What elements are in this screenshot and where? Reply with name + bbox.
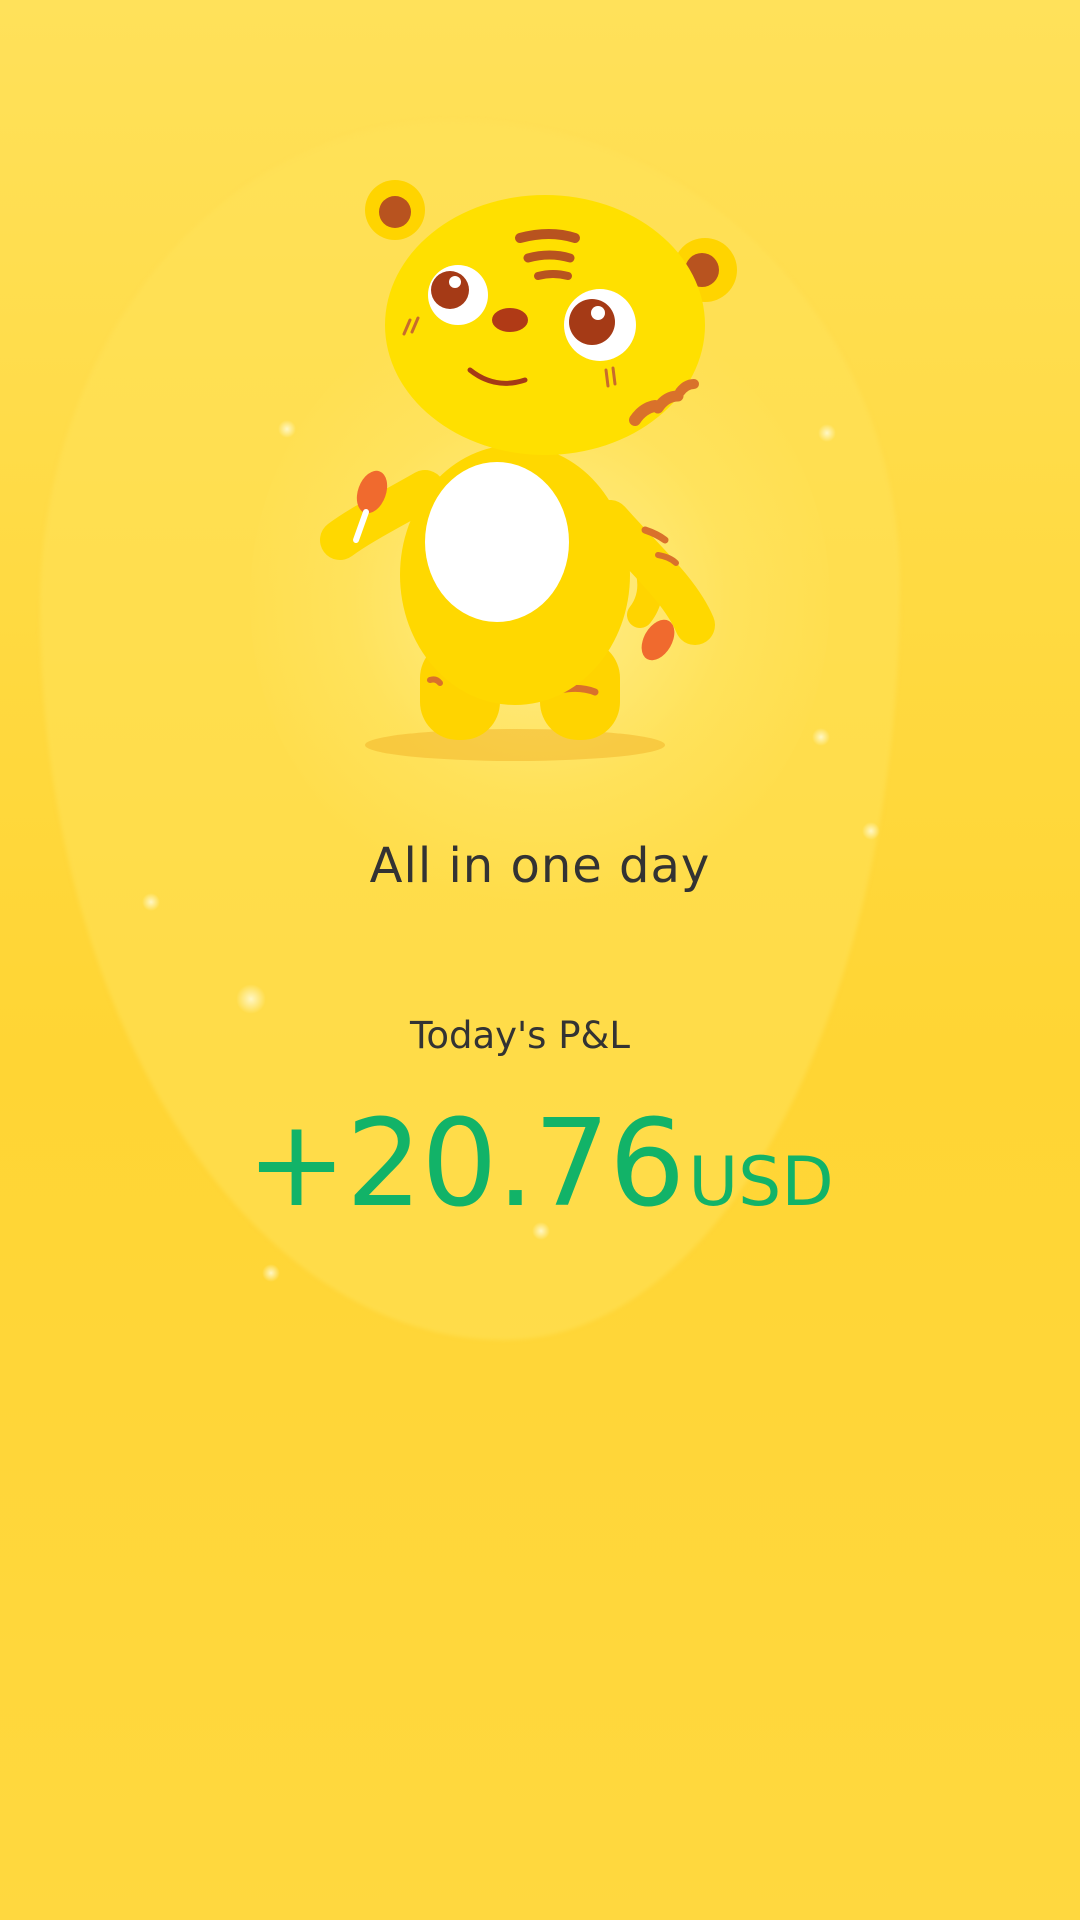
pnl-currency: USD <box>688 1143 834 1222</box>
sparkle-decoration <box>812 728 830 746</box>
tagline: All in one day <box>369 838 711 894</box>
todays-pnl-label: Today's P&L <box>410 1014 630 1057</box>
sparkle-decoration <box>236 984 266 1014</box>
todays-pnl-value: +20.76USD <box>0 1095 1080 1234</box>
sparkle-decoration <box>818 424 836 442</box>
sparkle-decoration <box>262 1264 280 1282</box>
sparkle-decoration <box>142 893 160 911</box>
sparkle-decoration <box>278 420 296 438</box>
pnl-amount: +20.76 <box>246 1095 685 1234</box>
tiger-mascot-icon <box>320 180 737 761</box>
